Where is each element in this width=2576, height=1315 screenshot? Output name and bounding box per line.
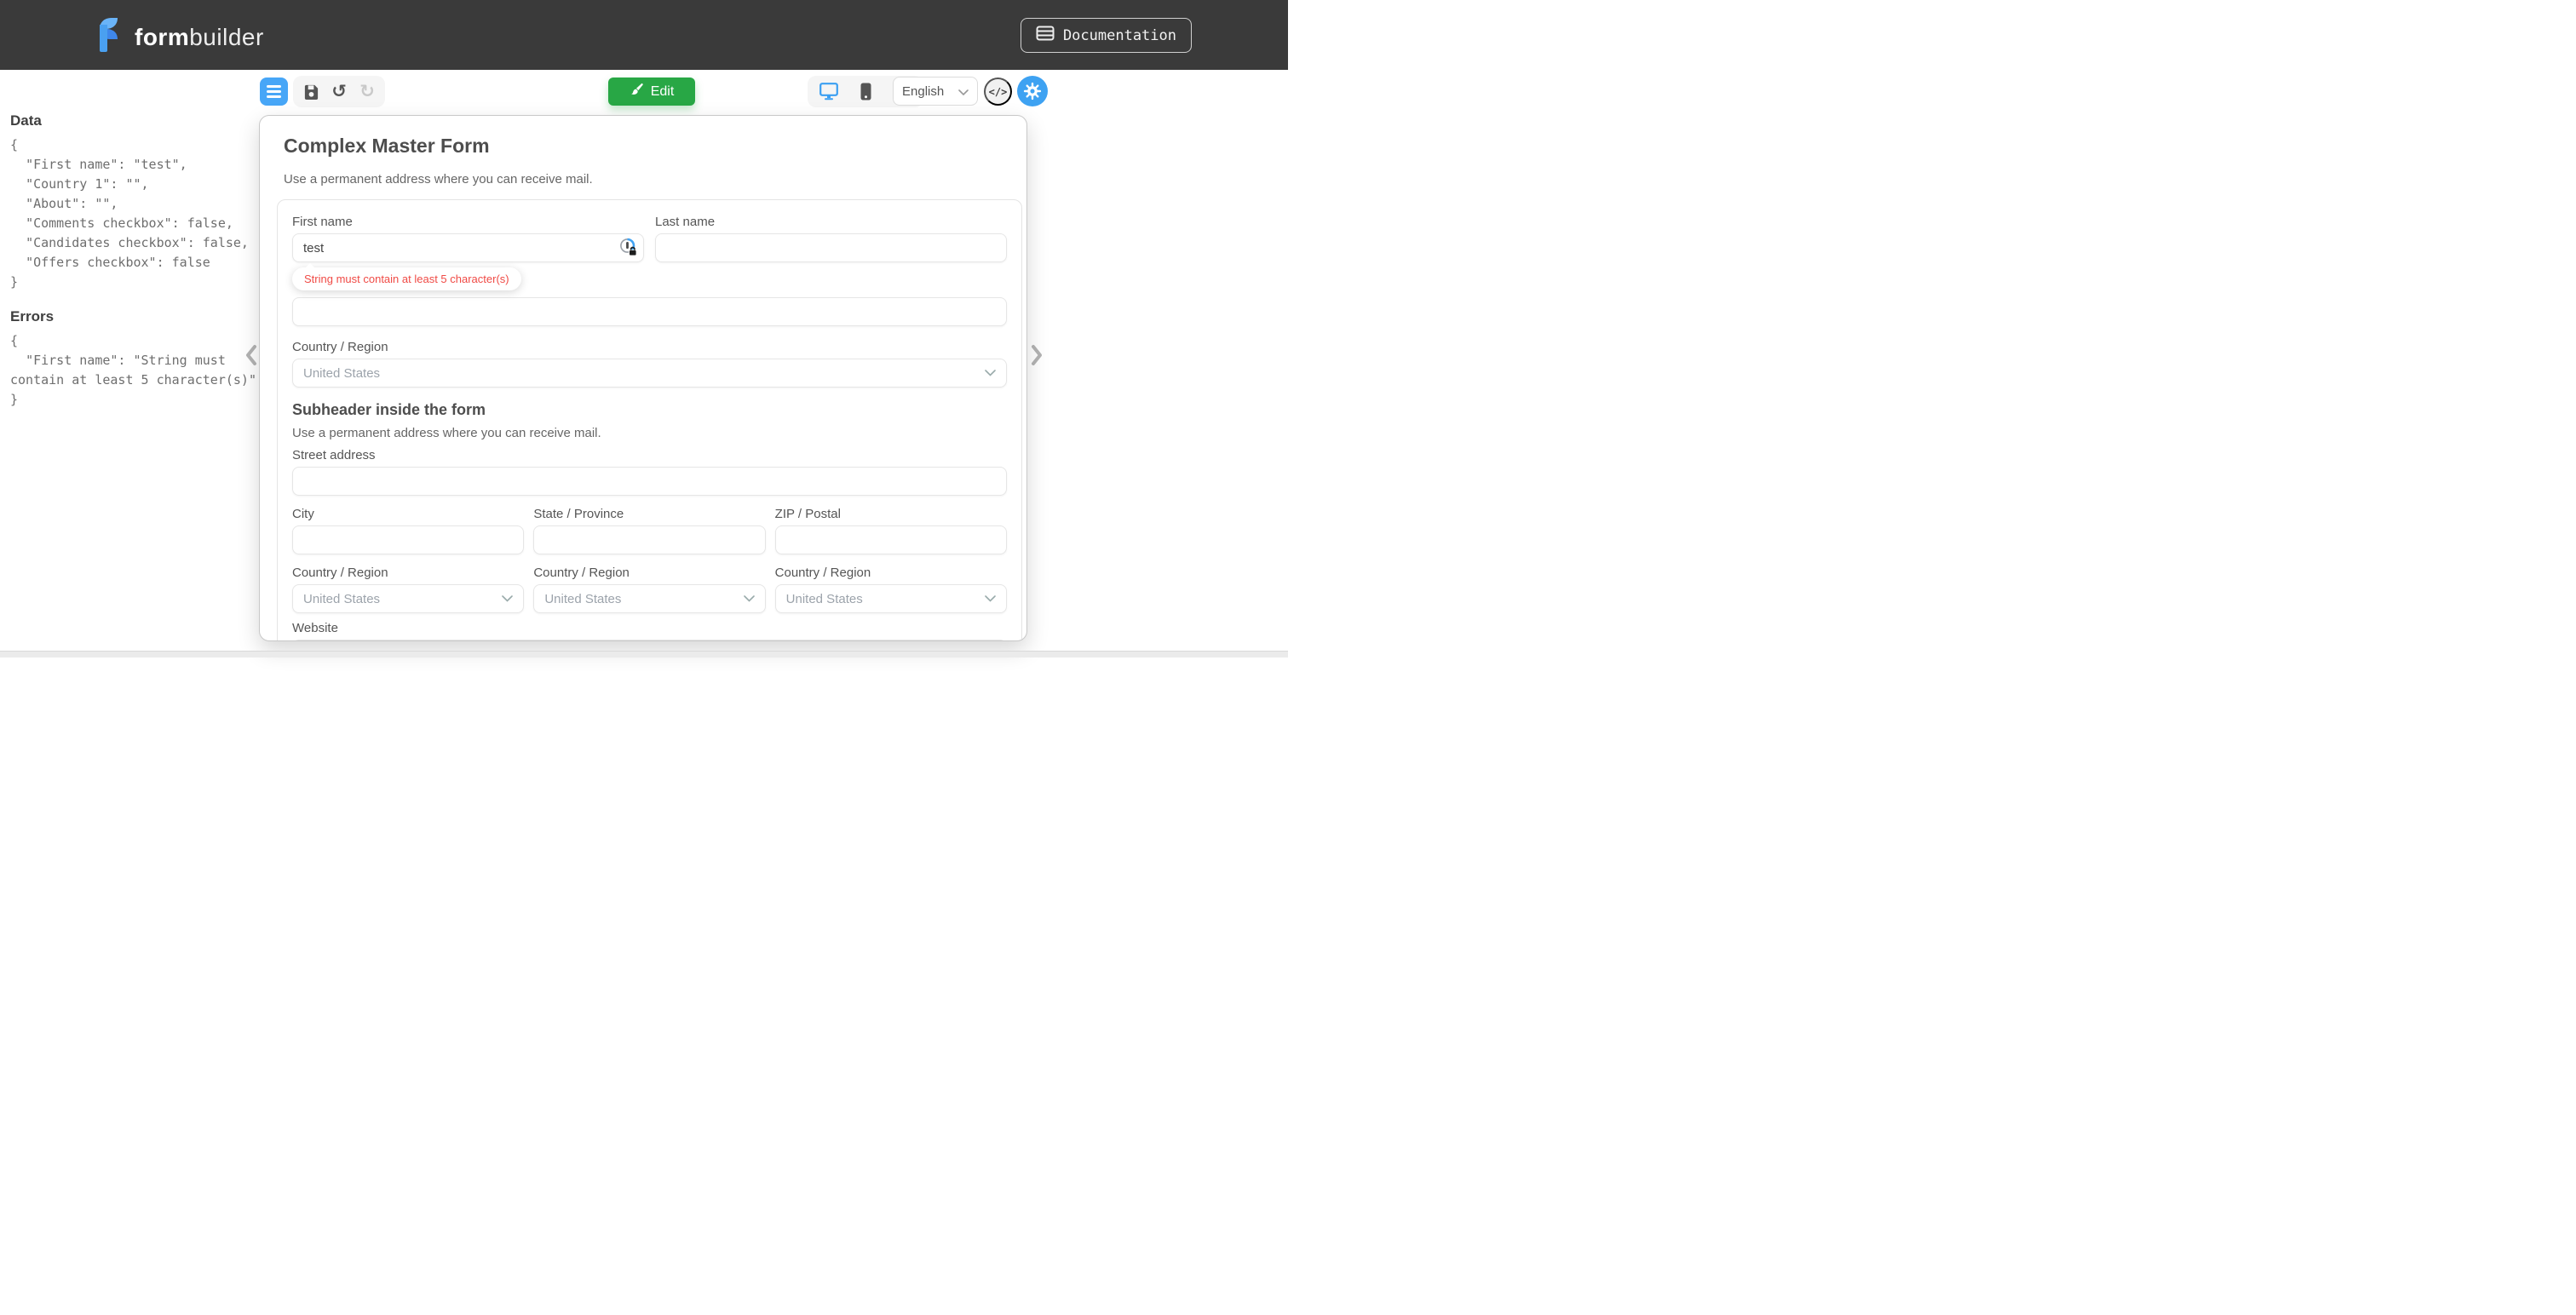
street-address-label: Street address (292, 448, 1007, 462)
last-name-input[interactable] (655, 233, 1007, 262)
code-icon: </> (989, 86, 1008, 98)
city-label: City (292, 507, 524, 521)
country-4-field-group: Country / Region United States (775, 566, 1007, 613)
first-name-label: First name (292, 215, 644, 229)
city-input[interactable] (292, 525, 524, 554)
collapse-left-chevron-icon[interactable] (245, 344, 257, 370)
rows-icon (1036, 26, 1055, 45)
country-2-select[interactable]: United States (292, 584, 524, 613)
first-name-input[interactable] (292, 233, 644, 262)
street-field-group: Street address (292, 448, 1007, 496)
form-subheader: Subheader inside the form (292, 401, 1007, 419)
form-title: Complex Master Form (284, 135, 1026, 158)
sidebar: Data { "First name": "test", "Country 1"… (0, 70, 257, 410)
country-3-value: United States (544, 592, 621, 606)
country-2-value: United States (303, 592, 380, 606)
desktop-icon (819, 83, 838, 100)
expand-right-chevron-icon[interactable] (1031, 344, 1043, 370)
chevron-down-icon (985, 591, 996, 606)
documentation-label: Documentation (1063, 27, 1176, 44)
redo-button[interactable]: ↻ (355, 80, 379, 104)
data-json-view: { "First name": "test", "Country 1": "",… (10, 135, 262, 292)
state-input[interactable] (533, 525, 765, 554)
website-field-group: Website (292, 621, 1007, 641)
country-1-label: Country / Region (292, 340, 1007, 354)
phone-icon (860, 83, 871, 100)
last-name-label: Last name (655, 215, 1007, 229)
edit-label: Edit (651, 84, 675, 100)
country-4-value: United States (786, 592, 863, 606)
undo-button[interactable]: ↺ (327, 80, 351, 104)
country-2-label: Country / Region (292, 566, 524, 580)
website-label: Website (292, 621, 1007, 635)
country-2-field-group: Country / Region United States (292, 566, 524, 613)
chevron-down-icon (985, 365, 996, 381)
save-button[interactable] (299, 80, 323, 104)
state-field-group: State / Province (533, 507, 765, 554)
undo-icon: ↺ (331, 83, 347, 100)
zip-label: ZIP / Postal (775, 507, 1007, 521)
country-4-label: Country / Region (775, 566, 1007, 580)
zip-field-group: ZIP / Postal (775, 507, 1007, 554)
brand: formbuilder (94, 16, 264, 58)
first-name-field-group: First name String must (292, 215, 644, 290)
zip-input[interactable] (775, 525, 1007, 554)
form-subheader-note: Use a permanent address where you can re… (292, 426, 1007, 440)
errors-json-view: { "First name": "String must contain at … (10, 331, 262, 410)
language-select[interactable]: English (893, 77, 978, 106)
gear-icon (1023, 82, 1042, 100)
website-input[interactable] (292, 640, 1007, 641)
brand-name-bold: form (135, 24, 189, 50)
history-toolbar: ↺ ↻ (293, 76, 385, 107)
country-1-value: United States (303, 366, 380, 381)
errors-panel-title: Errors (10, 308, 247, 325)
edit-button[interactable]: Edit (608, 78, 695, 106)
documentation-button[interactable]: Documentation (1021, 18, 1192, 53)
desktop-preview-button[interactable] (817, 80, 841, 104)
page-bottom-strip (0, 651, 1288, 658)
street-address-input[interactable] (292, 467, 1007, 496)
country-3-label: Country / Region (533, 566, 765, 580)
country-4-select[interactable]: United States (775, 584, 1007, 613)
save-icon (303, 83, 319, 100)
brand-name: formbuilder (135, 24, 264, 51)
view-code-button[interactable]: </> (984, 78, 1012, 106)
password-manager-icon[interactable] (619, 238, 637, 260)
app: formbuilder Documentation ↺ (0, 0, 1288, 658)
city-field-group: City (292, 507, 524, 554)
form-preview-card: Complex Master Form Use a permanent addr… (259, 115, 1027, 641)
form-fields-panel: First name String must (277, 199, 1022, 641)
chevron-down-icon (744, 591, 755, 606)
navbar: formbuilder Documentation (0, 0, 1288, 70)
formbuilder-logo-icon (94, 16, 123, 58)
country-3-field-group: Country / Region United States (533, 566, 765, 613)
redo-icon: ↻ (359, 83, 375, 100)
chevron-down-icon (958, 84, 969, 99)
about-input[interactable] (292, 297, 1007, 326)
chevron-down-icon (502, 591, 513, 606)
country-1-select[interactable]: United States (292, 359, 1007, 388)
language-selected-value: English (902, 84, 944, 99)
form-subtitle: Use a permanent address where you can re… (284, 172, 1026, 187)
data-panel-title: Data (10, 112, 247, 129)
phone-preview-button[interactable] (854, 80, 877, 104)
last-name-field-group: Last name (655, 215, 1007, 290)
menu-button[interactable] (260, 78, 288, 106)
state-label: State / Province (533, 507, 765, 521)
paintbrush-icon (630, 83, 643, 100)
country-1-field-group: Country / Region United States (292, 340, 1007, 388)
settings-button[interactable] (1017, 76, 1048, 106)
brand-name-light: builder (189, 24, 264, 50)
validation-tooltip: String must contain at least 5 character… (292, 267, 521, 290)
country-3-select[interactable]: United States (533, 584, 765, 613)
